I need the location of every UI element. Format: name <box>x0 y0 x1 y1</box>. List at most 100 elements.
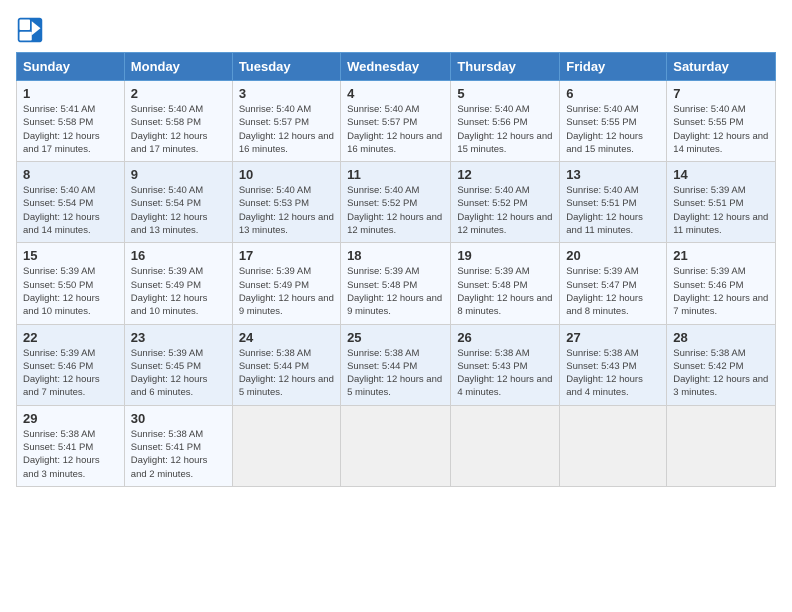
day-number: 2 <box>131 86 226 101</box>
day-detail: Sunrise: 5:40 AMSunset: 5:57 PMDaylight:… <box>239 103 334 156</box>
day-number: 21 <box>673 248 769 263</box>
calendar-cell: 23Sunrise: 5:39 AMSunset: 5:45 PMDayligh… <box>124 324 232 405</box>
calendar-cell: 8 Sunrise: 5:40 AMSunset: 5:54 PMDaylight… <box>17 162 125 243</box>
day-number: 11 <box>347 167 444 182</box>
day-detail: Sunrise: 5:38 AMSunset: 5:43 PMDaylight:… <box>457 347 553 400</box>
day-detail: Sunrise: 5:40 AMSunset: 5:55 PMDaylight:… <box>673 103 769 156</box>
day-number: 10 <box>239 167 334 182</box>
calendar-cell: 29 Sunrise: 5:38 AMSunset: 5:41 PMDayligh… <box>17 405 125 486</box>
calendar-week-3: 15 Sunrise: 5:39 AMSunset: 5:50 PMDayligh… <box>17 243 776 324</box>
calendar-cell <box>451 405 560 486</box>
header-monday: Monday <box>124 53 232 81</box>
day-detail: Sunrise: 5:41 AMSunset: 5:58 PMDaylight:… <box>23 103 118 156</box>
header <box>16 16 776 44</box>
day-detail: Sunrise: 5:39 AMSunset: 5:48 PMDaylight:… <box>347 265 444 318</box>
day-detail: Sunrise: 5:39 AMSunset: 5:49 PMDaylight:… <box>131 265 226 318</box>
day-number: 26 <box>457 330 553 345</box>
calendar-cell <box>667 405 776 486</box>
day-detail: Sunrise: 5:40 AMSunset: 5:58 PMDaylight:… <box>131 103 226 156</box>
day-number: 8 <box>23 167 118 182</box>
day-detail: Sunrise: 5:39 AMSunset: 5:46 PMDaylight:… <box>23 347 118 400</box>
day-detail: Sunrise: 5:40 AMSunset: 5:52 PMDaylight:… <box>347 184 444 237</box>
calendar-body: 1Sunrise: 5:41 AMSunset: 5:58 PMDaylight… <box>17 81 776 487</box>
logo <box>16 16 48 44</box>
header-sunday: Sunday <box>17 53 125 81</box>
day-number: 4 <box>347 86 444 101</box>
day-detail: Sunrise: 5:39 AMSunset: 5:46 PMDaylight:… <box>673 265 769 318</box>
calendar-cell <box>341 405 451 486</box>
calendar-cell: 9Sunrise: 5:40 AMSunset: 5:54 PMDaylight… <box>124 162 232 243</box>
day-number: 28 <box>673 330 769 345</box>
day-detail: Sunrise: 5:39 AMSunset: 5:45 PMDaylight:… <box>131 347 226 400</box>
calendar-cell: 13Sunrise: 5:40 AMSunset: 5:51 PMDayligh… <box>560 162 667 243</box>
calendar-cell: 15 Sunrise: 5:39 AMSunset: 5:50 PMDayligh… <box>17 243 125 324</box>
calendar-cell: 3 Sunrise: 5:40 AMSunset: 5:57 PMDaylight… <box>232 81 340 162</box>
calendar-cell: 16 Sunrise: 5:39 AMSunset: 5:49 PMDayligh… <box>124 243 232 324</box>
day-detail: Sunrise: 5:38 AMSunset: 5:41 PMDaylight:… <box>23 428 118 481</box>
day-detail: Sunrise: 5:38 AMSunset: 5:44 PMDaylight:… <box>239 347 334 400</box>
day-number: 7 <box>673 86 769 101</box>
calendar-week-5: 29 Sunrise: 5:38 AMSunset: 5:41 PMDayligh… <box>17 405 776 486</box>
day-detail: Sunrise: 5:40 AMSunset: 5:57 PMDaylight:… <box>347 103 444 156</box>
calendar-cell: 22Sunrise: 5:39 AMSunset: 5:46 PMDayligh… <box>17 324 125 405</box>
header-thursday: Thursday <box>451 53 560 81</box>
calendar-cell: 24 Sunrise: 5:38 AMSunset: 5:44 PMDayligh… <box>232 324 340 405</box>
calendar-cell: 7 Sunrise: 5:40 AMSunset: 5:55 PMDaylight… <box>667 81 776 162</box>
day-number: 30 <box>131 411 226 426</box>
day-number: 5 <box>457 86 553 101</box>
calendar-cell: 5 Sunrise: 5:40 AMSunset: 5:56 PMDaylight… <box>451 81 560 162</box>
header-tuesday: Tuesday <box>232 53 340 81</box>
calendar-cell: 28 Sunrise: 5:38 AMSunset: 5:42 PMDayligh… <box>667 324 776 405</box>
day-detail: Sunrise: 5:40 AMSunset: 5:54 PMDaylight:… <box>23 184 118 237</box>
day-number: 20 <box>566 248 660 263</box>
day-number: 19 <box>457 248 553 263</box>
calendar-cell: 12 Sunrise: 5:40 AMSunset: 5:52 PMDayligh… <box>451 162 560 243</box>
calendar-cell: 2 Sunrise: 5:40 AMSunset: 5:58 PMDaylight… <box>124 81 232 162</box>
calendar-cell: 6 Sunrise: 5:40 AMSunset: 5:55 PMDaylight… <box>560 81 667 162</box>
day-detail: Sunrise: 5:38 AMSunset: 5:42 PMDaylight:… <box>673 347 769 400</box>
day-number: 27 <box>566 330 660 345</box>
day-number: 3 <box>239 86 334 101</box>
day-detail: Sunrise: 5:40 AMSunset: 5:55 PMDaylight:… <box>566 103 660 156</box>
day-number: 13 <box>566 167 660 182</box>
calendar-cell: 30 Sunrise: 5:38 AMSunset: 5:41 PMDayligh… <box>124 405 232 486</box>
day-detail: Sunrise: 5:39 AMSunset: 5:50 PMDaylight:… <box>23 265 118 318</box>
logo-icon <box>16 16 44 44</box>
calendar-cell: 20 Sunrise: 5:39 AMSunset: 5:47 PMDayligh… <box>560 243 667 324</box>
day-detail: Sunrise: 5:39 AMSunset: 5:49 PMDaylight:… <box>239 265 334 318</box>
calendar-cell: 17Sunrise: 5:39 AMSunset: 5:49 PMDayligh… <box>232 243 340 324</box>
calendar-cell: 19Sunrise: 5:39 AMSunset: 5:48 PMDayligh… <box>451 243 560 324</box>
day-detail: Sunrise: 5:38 AMSunset: 5:41 PMDaylight:… <box>131 428 226 481</box>
day-detail: Sunrise: 5:40 AMSunset: 5:54 PMDaylight:… <box>131 184 226 237</box>
calendar-cell <box>232 405 340 486</box>
calendar-cell: 10 Sunrise: 5:40 AMSunset: 5:53 PMDayligh… <box>232 162 340 243</box>
day-number: 15 <box>23 248 118 263</box>
day-detail: Sunrise: 5:40 AMSunset: 5:52 PMDaylight:… <box>457 184 553 237</box>
header-wednesday: Wednesday <box>341 53 451 81</box>
calendar-cell: 1Sunrise: 5:41 AMSunset: 5:58 PMDaylight… <box>17 81 125 162</box>
day-number: 24 <box>239 330 334 345</box>
day-detail: Sunrise: 5:40 AMSunset: 5:56 PMDaylight:… <box>457 103 553 156</box>
calendar-cell: 21 Sunrise: 5:39 AMSunset: 5:46 PMDayligh… <box>667 243 776 324</box>
day-number: 16 <box>131 248 226 263</box>
calendar-table: SundayMondayTuesdayWednesdayThursdayFrid… <box>16 52 776 487</box>
day-number: 18 <box>347 248 444 263</box>
header-friday: Friday <box>560 53 667 81</box>
page-container: SundayMondayTuesdayWednesdayThursdayFrid… <box>16 16 776 487</box>
calendar-week-2: 8 Sunrise: 5:40 AMSunset: 5:54 PMDaylight… <box>17 162 776 243</box>
calendar-cell: 26 Sunrise: 5:38 AMSunset: 5:43 PMDayligh… <box>451 324 560 405</box>
day-number: 25 <box>347 330 444 345</box>
calendar-cell: 27 Sunrise: 5:38 AMSunset: 5:43 PMDayligh… <box>560 324 667 405</box>
day-number: 12 <box>457 167 553 182</box>
day-detail: Sunrise: 5:38 AMSunset: 5:43 PMDaylight:… <box>566 347 660 400</box>
day-detail: Sunrise: 5:39 AMSunset: 5:51 PMDaylight:… <box>673 184 769 237</box>
day-detail: Sunrise: 5:40 AMSunset: 5:53 PMDaylight:… <box>239 184 334 237</box>
day-detail: Sunrise: 5:39 AMSunset: 5:47 PMDaylight:… <box>566 265 660 318</box>
calendar-week-4: 22Sunrise: 5:39 AMSunset: 5:46 PMDayligh… <box>17 324 776 405</box>
day-number: 6 <box>566 86 660 101</box>
header-saturday: Saturday <box>667 53 776 81</box>
calendar-cell: 25Sunrise: 5:38 AMSunset: 5:44 PMDayligh… <box>341 324 451 405</box>
day-number: 29 <box>23 411 118 426</box>
calendar-cell: 11 Sunrise: 5:40 AMSunset: 5:52 PMDayligh… <box>341 162 451 243</box>
calendar-cell: 4 Sunrise: 5:40 AMSunset: 5:57 PMDaylight… <box>341 81 451 162</box>
